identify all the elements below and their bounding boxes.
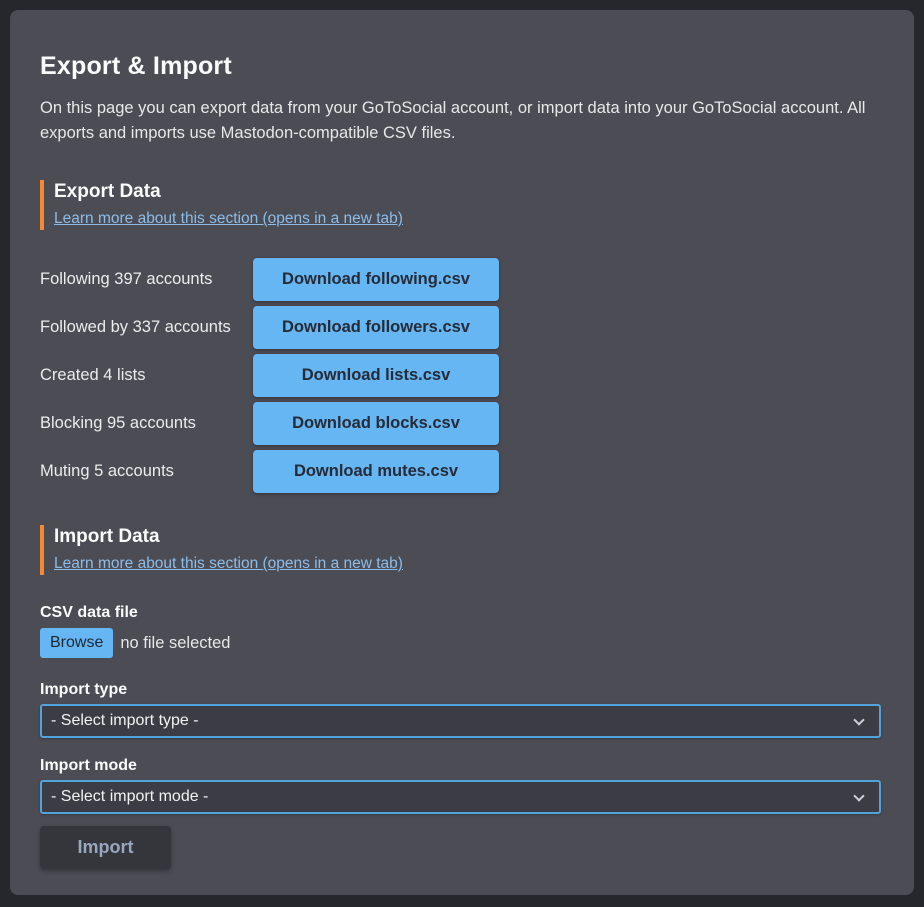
- browse-button[interactable]: Browse: [40, 628, 113, 658]
- file-status-text: no file selected: [120, 634, 230, 653]
- import-learn-more-link[interactable]: Learn more about this section (opens in …: [54, 553, 403, 575]
- export-row-mutes: Muting 5 accounts Download mutes.csv: [40, 450, 884, 493]
- csv-file-label: CSV data file: [40, 603, 884, 623]
- export-row-following: Following 397 accounts Download followin…: [40, 258, 884, 301]
- chevron-down-icon: [853, 790, 864, 801]
- mutes-count-label: Muting 5 accounts: [40, 462, 253, 481]
- download-followers-button[interactable]: Download followers.csv: [253, 306, 499, 349]
- blocks-count-label: Blocking 95 accounts: [40, 414, 253, 433]
- lists-count-label: Created 4 lists: [40, 366, 253, 385]
- export-learn-more-link[interactable]: Learn more about this section (opens in …: [54, 208, 403, 230]
- download-blocks-button[interactable]: Download blocks.csv: [253, 402, 499, 445]
- import-section-header: Import Data Learn more about this sectio…: [40, 525, 884, 575]
- import-type-selected-value: - Select import type -: [51, 712, 199, 730]
- export-rows: Following 397 accounts Download followin…: [40, 258, 884, 493]
- page-description: On this page you can export data from yo…: [40, 96, 884, 146]
- import-mode-label: Import mode: [40, 756, 884, 776]
- import-mode-select[interactable]: - Select import mode -: [40, 780, 881, 814]
- export-row-followers: Followed by 337 accounts Download follow…: [40, 306, 884, 349]
- download-lists-button[interactable]: Download lists.csv: [253, 354, 499, 397]
- import-section-title: Import Data: [54, 525, 884, 549]
- import-type-select[interactable]: - Select import type -: [40, 704, 881, 738]
- export-section-title: Export Data: [54, 180, 884, 204]
- download-mutes-button[interactable]: Download mutes.csv: [253, 450, 499, 493]
- export-section-header: Export Data Learn more about this sectio…: [40, 180, 884, 230]
- download-following-button[interactable]: Download following.csv: [253, 258, 499, 301]
- followers-count-label: Followed by 337 accounts: [40, 318, 253, 337]
- export-row-blocks: Blocking 95 accounts Download blocks.csv: [40, 402, 884, 445]
- following-count-label: Following 397 accounts: [40, 270, 253, 289]
- page-title: Export & Import: [40, 50, 884, 82]
- export-row-lists: Created 4 lists Download lists.csv: [40, 354, 884, 397]
- import-type-label: Import type: [40, 680, 884, 700]
- chevron-down-icon: [853, 714, 864, 725]
- import-mode-selected-value: - Select import mode -: [51, 788, 208, 806]
- import-submit-button[interactable]: Import: [40, 826, 171, 869]
- export-import-panel: Export & Import On this page you can exp…: [10, 10, 914, 895]
- csv-file-input: Browse no file selected: [40, 628, 884, 658]
